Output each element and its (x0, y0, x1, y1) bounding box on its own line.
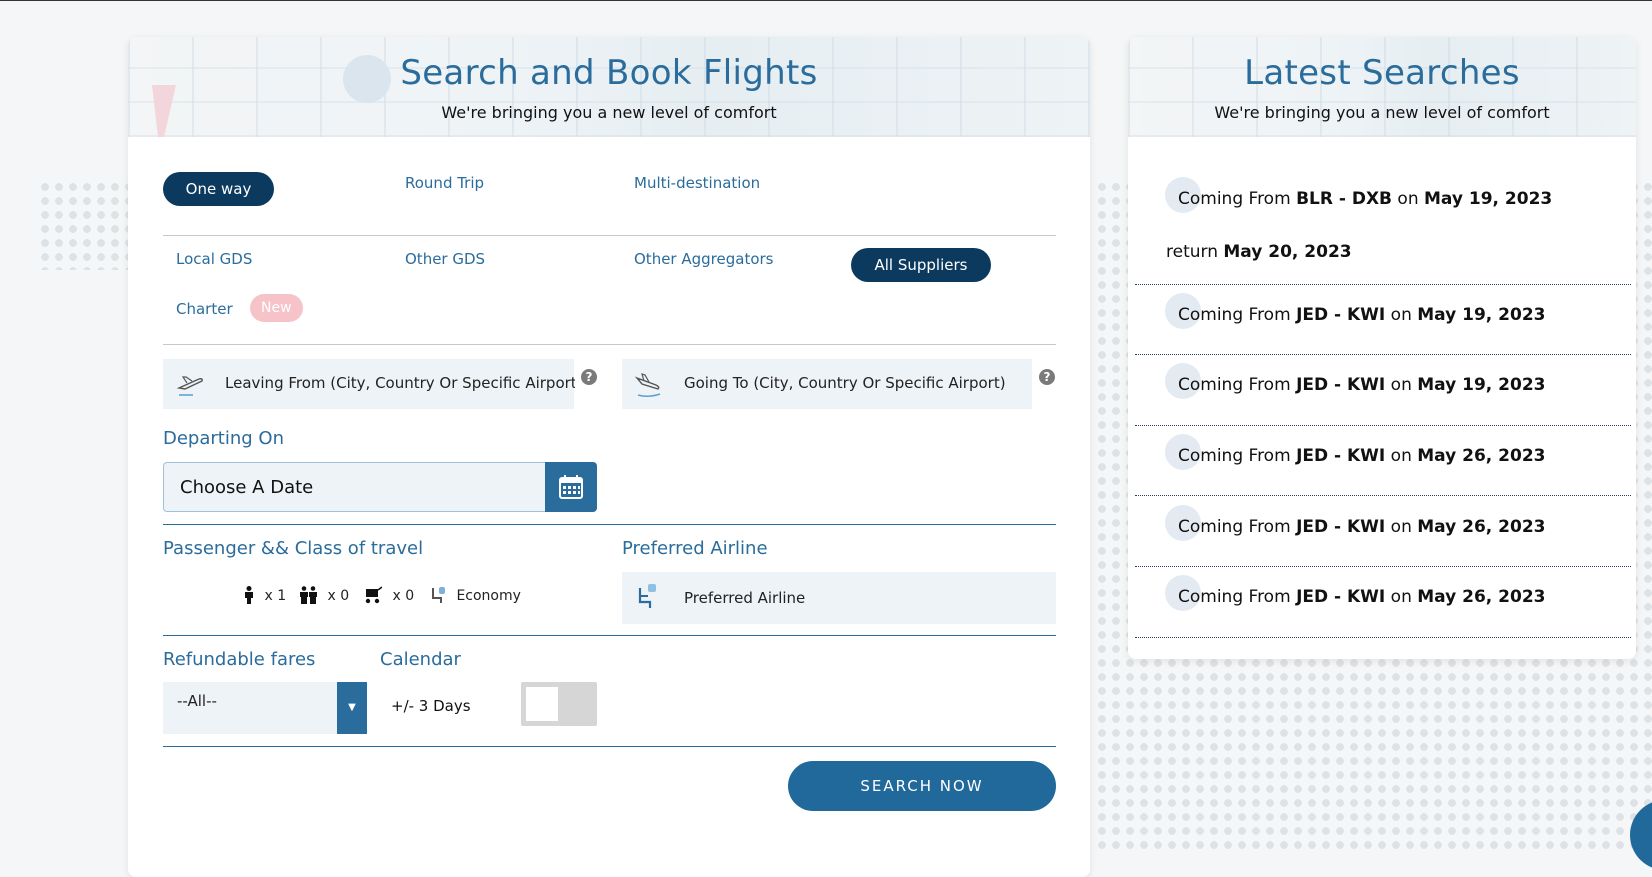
refundable-fares-value: --All-- (177, 692, 217, 710)
refundable-fares-select[interactable]: --All-- ▼ (163, 682, 367, 734)
departure-date-input[interactable]: Choose A Date (163, 462, 545, 512)
tab-multi-destination[interactable]: Multi-destination (634, 174, 760, 192)
supplier-charter[interactable]: Charter (176, 300, 233, 318)
calendar-label: Calendar (380, 649, 461, 670)
latest-searches-title: Latest Searches (1244, 53, 1520, 93)
top-border (0, 0, 1652, 1)
children-icon (300, 586, 317, 604)
children-count[interactable]: x 0 (300, 586, 349, 604)
adult-icon (245, 586, 253, 604)
leaving-from-field[interactable]: Leaving From (City, Country Or Specific … (163, 359, 575, 409)
recent-search-text: Coming From JED - KWI on May 26, 2023 (1178, 446, 1546, 466)
departing-on-label: Departing On (163, 428, 284, 449)
latest-card-header: Latest Searches We're bringing you a new… (1128, 37, 1636, 137)
map-dots-decoration (38, 180, 138, 270)
tab-one-way[interactable]: One way (163, 172, 274, 206)
date-placeholder: Choose A Date (180, 477, 314, 498)
preferred-airline-field[interactable]: Preferred Airline (622, 572, 1056, 624)
recent-search-item[interactable]: Coming From JED - KWI on May 19, 2023 (1135, 358, 1631, 426)
plane-landing-icon (634, 370, 664, 398)
divider (163, 524, 1056, 525)
recent-search-text: Coming From JED - KWI on May 26, 2023 (1178, 587, 1546, 607)
calendar-button[interactable] (545, 462, 597, 512)
chevron-down-icon[interactable]: ▼ (337, 682, 367, 734)
recent-search-divider (1135, 284, 1631, 285)
recent-search-divider (1135, 566, 1631, 567)
tab-round-trip[interactable]: Round Trip (405, 174, 484, 192)
stroller-icon (365, 586, 383, 604)
recent-search-item[interactable]: Coming From JED - KWI on May 26, 2023 (1135, 429, 1631, 496)
calendar-icon (559, 475, 583, 503)
recent-search-divider (1135, 495, 1631, 496)
recent-search-divider (1135, 354, 1631, 355)
plane-takeoff-icon (175, 370, 205, 398)
going-to-field[interactable]: Going To (City, Country Or Specific Airp… (622, 359, 1032, 409)
leaving-from-input[interactable]: Leaving From (City, Country Or Specific … (225, 374, 575, 392)
preferred-airline-label: Preferred Airline (622, 538, 768, 559)
recent-search-text: Coming From JED - KWI on May 26, 2023 (1178, 517, 1546, 537)
supplier-other-aggregators[interactable]: Other Aggregators (634, 250, 773, 268)
calendar-range-text: +/- 3 Days (391, 697, 471, 715)
search-card-header: Search and Book Flights We're bringing y… (128, 37, 1090, 137)
supplier-local-gds[interactable]: Local GDS (176, 250, 252, 268)
passenger-class-label: Passenger && Class of travel (163, 538, 424, 559)
recent-search-item[interactable]: Coming From BLR - DXB on May 19, 2023 re… (1135, 175, 1631, 285)
help-icon[interactable]: ? (1039, 369, 1055, 385)
preferred-airline-input[interactable]: Preferred Airline (684, 589, 805, 607)
recent-search-return: return May 20, 2023 (1166, 242, 1352, 262)
divider (163, 635, 1056, 636)
page-title: Search and Book Flights (400, 53, 818, 93)
flexible-dates-toggle[interactable] (521, 682, 597, 726)
toggle-knob (526, 687, 558, 721)
supplier-all-suppliers[interactable]: All Suppliers (851, 248, 991, 282)
divider (163, 235, 1056, 236)
help-icon[interactable]: ? (581, 369, 597, 385)
new-badge: New (250, 294, 303, 322)
recent-search-item[interactable]: Coming From JED - KWI on May 26, 2023 (1135, 570, 1631, 638)
recent-search-divider (1135, 637, 1631, 638)
going-to-input[interactable]: Going To (City, Country Or Specific Airp… (684, 374, 1006, 392)
recent-search-text: Coming From JED - KWI on May 19, 2023 (1178, 375, 1546, 395)
recent-search-divider (1135, 425, 1631, 426)
adult-count[interactable]: x 1 (244, 586, 286, 604)
refundable-fares-label: Refundable fares (163, 649, 316, 670)
divider (163, 344, 1056, 345)
airline-seat-icon (636, 582, 666, 610)
recent-search-text: Coming From BLR - DXB on May 19, 2023 (1178, 189, 1553, 209)
recent-search-item[interactable]: Coming From JED - KWI on May 19, 2023 (1135, 288, 1631, 355)
latest-searches-subtitle: We're bringing you a new level of comfor… (1214, 103, 1550, 122)
infant-count[interactable]: x 0 (364, 586, 414, 604)
travel-class[interactable]: Economy (430, 586, 521, 604)
divider (163, 746, 1056, 747)
recent-search-item[interactable]: Coming From JED - KWI on May 26, 2023 (1135, 500, 1631, 567)
search-now-button[interactable]: SEARCH NOW (788, 761, 1056, 811)
recent-search-text: Coming From JED - KWI on May 19, 2023 (1178, 305, 1546, 325)
supplier-other-gds[interactable]: Other GDS (405, 250, 485, 268)
search-flights-card: Search and Book Flights We're bringing y… (128, 37, 1090, 877)
page-subtitle: We're bringing you a new level of comfor… (441, 103, 777, 122)
seat-icon (432, 587, 445, 603)
